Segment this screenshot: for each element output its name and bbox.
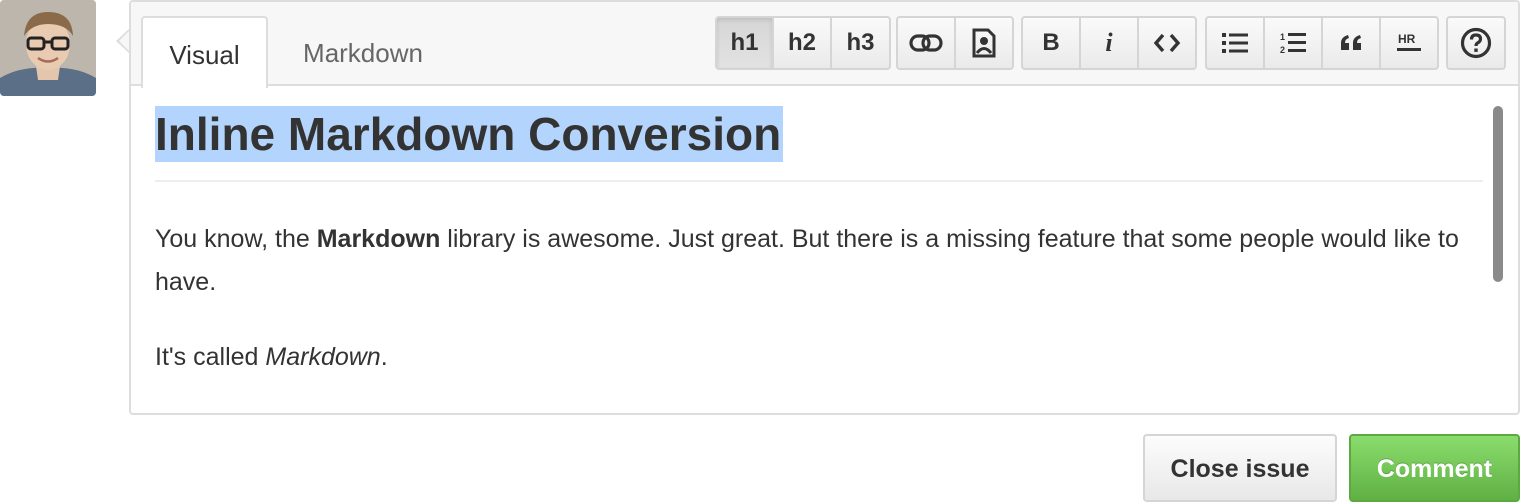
code-button[interactable] (1139, 18, 1195, 68)
help-icon (1460, 27, 1492, 59)
image-button[interactable] (956, 18, 1012, 68)
bold-icon: B (1042, 29, 1060, 56)
help-button-group (1446, 16, 1506, 70)
tab-visual[interactable]: Visual (141, 16, 268, 88)
comment-pointer (116, 28, 130, 54)
horizontal-rule-icon: HR (1397, 32, 1421, 51)
h2-button[interactable]: h2 (774, 18, 832, 68)
block-button-group: 1 2 HR (1205, 16, 1439, 70)
heading-button-group: h1 h2 h3 (715, 16, 891, 70)
blockquote-button[interactable] (1323, 18, 1381, 68)
close-issue-button[interactable]: Close issue (1143, 434, 1337, 502)
blockquote-icon (1341, 35, 1361, 50)
horizontal-rule-button[interactable]: HR (1381, 18, 1437, 68)
h3-button[interactable]: h3 (832, 18, 889, 68)
image-icon (972, 28, 996, 58)
comment-editor: Visual Markdown h1 h2 h3 B i 1 2 HR Inli… (129, 0, 1520, 415)
document-heading[interactable]: Inline Markdown Conversion (155, 106, 784, 162)
code-icon (1153, 33, 1181, 53)
unordered-list-button[interactable] (1207, 18, 1265, 68)
unordered-list-icon (1222, 33, 1248, 53)
help-button[interactable] (1448, 18, 1504, 68)
user-avatar[interactable] (0, 0, 96, 96)
avatar-image (0, 0, 96, 96)
italic-icon: i (1105, 28, 1113, 57)
link-icon (909, 34, 943, 52)
insert-button-group (896, 16, 1014, 70)
svg-text:2: 2 (1280, 45, 1285, 55)
paragraph-1-text: You know, the (155, 225, 317, 253)
tab-markdown[interactable]: Markdown (281, 16, 445, 88)
comment-button[interactable]: Comment (1349, 434, 1520, 502)
paragraph-2-rest: . (380, 343, 388, 371)
svg-text:HR: HR (1398, 32, 1416, 46)
format-button-group: B i (1021, 16, 1197, 70)
editor-content[interactable]: Inline Markdown Conversion You know, the… (155, 106, 1483, 371)
italic-button[interactable]: i (1081, 18, 1139, 68)
editor-scrollbar[interactable] (1493, 106, 1503, 282)
bold-button[interactable]: B (1023, 18, 1081, 68)
ordered-list-icon: 1 2 (1280, 32, 1306, 55)
heading-divider (155, 180, 1483, 182)
editor-header: Visual Markdown h1 h2 h3 B i 1 2 HR (131, 2, 1518, 88)
link-button[interactable] (898, 18, 956, 68)
bold-text: Markdown (316, 225, 441, 253)
svg-text:1: 1 (1280, 32, 1285, 42)
paragraph-2[interactable]: It's called Markdown. (155, 336, 1483, 379)
italic-text: Markdown (265, 343, 381, 371)
paragraph-2-text: It's called (155, 343, 266, 371)
h1-button[interactable]: h1 (717, 18, 774, 68)
paragraph-1[interactable]: You know, the Markdown library is awesom… (155, 218, 1483, 304)
ordered-list-button[interactable]: 1 2 (1265, 18, 1323, 68)
